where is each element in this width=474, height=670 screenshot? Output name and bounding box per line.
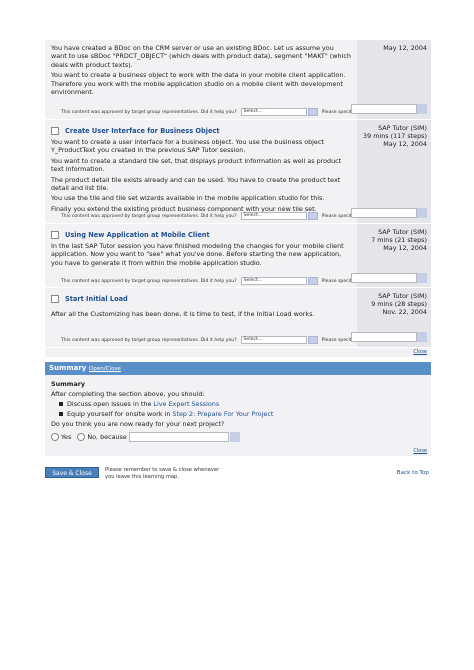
summary-bullet: Equip yourself for onsite work in Step 2… <box>51 409 425 419</box>
specify-button[interactable] <box>417 332 427 342</box>
completion-checkbox[interactable] <box>51 231 59 239</box>
summary-header-title: Summary <box>49 364 87 372</box>
summary-header: Summary Open/Close <box>45 362 431 375</box>
bullet-square-icon <box>59 412 63 416</box>
summary-title: Summary <box>51 380 86 388</box>
learning-map-content: You have created a BDoc on the CRM serve… <box>45 40 431 456</box>
back-to-top-link[interactable]: Back to Top <box>397 470 429 476</box>
section-paragraph: You want to create a standard tile set, … <box>51 156 342 174</box>
specify-input[interactable] <box>351 104 417 114</box>
section-title[interactable]: Create User Interface for Business Objec… <box>65 127 220 135</box>
section-type: SAP Tutor (SIM) <box>378 228 427 236</box>
summary-question: Do you think you are now ready for your … <box>51 420 225 428</box>
no-label: No, because <box>87 433 127 441</box>
approval-text: This content was approved by target grou… <box>61 213 237 219</box>
because-input[interactable] <box>128 432 229 442</box>
specify-input[interactable] <box>351 332 417 342</box>
section-title[interactable]: Using New Application at Mobile Client <box>65 231 210 239</box>
approval-row: This content was approved by target grou… <box>51 106 355 118</box>
summary-body: Summary After completing the section abo… <box>45 375 431 447</box>
approval-text: This content was approved by target grou… <box>61 278 237 284</box>
ready-radio-group: Yes No, because <box>51 431 425 443</box>
section-title-row: Create User Interface for Business Objec… <box>51 124 351 138</box>
section-paragraph: You have created a BDoc on the CRM serve… <box>51 44 351 69</box>
save-reminder: Please remember to save & close whenever… <box>105 467 219 481</box>
help-select[interactable]: Select... <box>240 277 307 285</box>
bullet-square-icon <box>59 402 63 406</box>
prepare-project-link[interactable]: Step 2: Prepare For Your Project <box>172 410 273 418</box>
save-reminder-line: you leave this learning map. <box>105 473 180 480</box>
help-select[interactable]: Select... <box>240 212 307 220</box>
specify-button[interactable] <box>417 104 427 114</box>
approval-text: This content was approved by target grou… <box>61 109 237 115</box>
section-date: May 12, 2004 <box>383 244 427 252</box>
yes-radio[interactable] <box>51 433 59 441</box>
specify-button[interactable] <box>417 273 427 283</box>
section-type: SAP Tutor (SIM) <box>378 124 427 132</box>
section-using-new-app: Using New Application at Mobile Client I… <box>45 224 431 288</box>
live-expert-sessions-link[interactable]: Live Expert Sessions <box>153 400 219 408</box>
dropdown-arrow-icon[interactable] <box>307 336 318 344</box>
section-paragraph: You use the tile and tile set wizards av… <box>51 194 325 203</box>
section-duration: 39 mins (117 steps) <box>363 132 427 140</box>
section-type: SAP Tutor (SIM) <box>378 292 427 300</box>
help-select[interactable]: Select... <box>240 108 307 116</box>
approval-text: This content was approved by target grou… <box>61 337 237 343</box>
completion-checkbox[interactable] <box>51 295 59 303</box>
bullet-text: Discuss open issues in the <box>67 400 154 408</box>
section-title-row: Using New Application at Mobile Client <box>51 228 351 242</box>
section-date: Nov. 22, 2004 <box>382 308 428 316</box>
dropdown-arrow-icon[interactable] <box>307 108 318 116</box>
because-button[interactable] <box>229 432 240 442</box>
summary-bullet: Discuss open issues in the Live Expert S… <box>51 399 425 409</box>
specify-input[interactable] <box>351 208 417 218</box>
save-reminder-line: Please remember to save & close whenever <box>105 467 220 473</box>
approval-row: This content was approved by target grou… <box>51 334 355 346</box>
help-select[interactable]: Select... <box>240 336 307 344</box>
section-title-row: Start Initial Load <box>51 292 351 306</box>
specify-input[interactable] <box>351 273 417 283</box>
bullet-text: Equip yourself for onsite work in <box>67 410 173 418</box>
section-paragraph: The product detail tile exists already a… <box>51 175 341 193</box>
section-paragraph: You want to create a business object to … <box>51 71 346 97</box>
completion-checkbox[interactable] <box>51 127 59 135</box>
specify-button[interactable] <box>417 208 427 218</box>
approval-row: This content was approved by target grou… <box>51 275 355 287</box>
section-title[interactable]: Start Initial Load <box>65 295 128 303</box>
section-paragraph: After all the Customizing has been done,… <box>51 310 315 318</box>
no-radio[interactable] <box>77 433 86 441</box>
section-initial-load: Start Initial Load After all the Customi… <box>45 288 431 348</box>
close-link[interactable]: Close <box>45 447 431 456</box>
section-intro: You have created a BDoc on the CRM serve… <box>45 40 431 120</box>
open-close-link[interactable]: Open/Close <box>89 366 121 372</box>
save-close-button[interactable]: Save & Close <box>45 467 99 478</box>
section-paragraph: You want to create a user interface for … <box>51 138 324 155</box>
yes-label: Yes <box>61 433 72 441</box>
dropdown-arrow-icon[interactable] <box>307 277 318 285</box>
section-date: May 12, 2004 <box>383 140 427 148</box>
section-date: May 12, 2004 <box>383 44 427 52</box>
summary-intro: After completing the section above, you … <box>51 390 205 398</box>
section-duration: 9 mins (28 steps) <box>371 300 427 308</box>
footer: Save & Close Please remember to save & c… <box>45 467 431 485</box>
section-paragraph: In the last SAP Tutor session you have f… <box>51 242 344 267</box>
close-link[interactable]: Close <box>45 348 431 357</box>
approval-row: This content was approved by target grou… <box>51 210 355 222</box>
section-create-ui: Create User Interface for Business Objec… <box>45 120 431 224</box>
section-duration: 7 mins (21 steps) <box>371 236 427 244</box>
dropdown-arrow-icon[interactable] <box>307 212 318 220</box>
